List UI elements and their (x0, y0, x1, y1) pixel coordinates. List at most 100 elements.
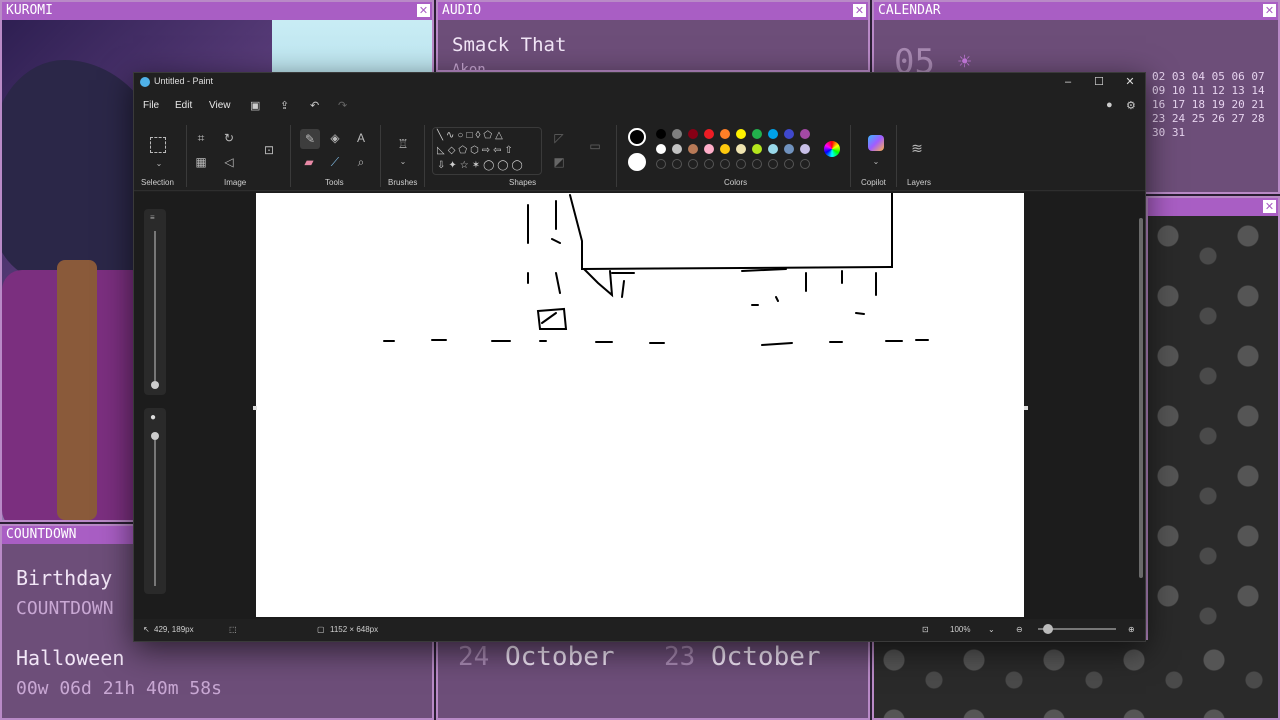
chevron-down-icon[interactable]: ⌄ (869, 155, 883, 169)
pencil-icon[interactable]: ✎ (300, 129, 320, 149)
outline-icon[interactable]: ◸ (552, 131, 566, 145)
zoom-level[interactable]: 100% (950, 625, 970, 634)
group-label-colors: Colors (724, 178, 748, 187)
maximize-button[interactable]: ☐ (1084, 73, 1114, 93)
shapes-row: ⇩✦☆✶◯◯◯ (437, 160, 526, 171)
custom-color-slot[interactable] (736, 159, 746, 169)
color-swatch[interactable] (656, 144, 666, 154)
save-icon[interactable]: ▣ (250, 99, 260, 112)
image-tool-icon[interactable]: ⊡ (262, 143, 276, 157)
fit-to-window-icon[interactable]: ⊡ (922, 625, 929, 634)
vertical-scrollbar[interactable] (1139, 196, 1143, 616)
color-swatch[interactable] (800, 144, 810, 154)
canvas-size-icon: ▢ (317, 625, 325, 634)
menu-edit[interactable]: Edit (175, 100, 192, 111)
menu-view[interactable]: View (209, 100, 231, 111)
audio-widget: AUDIO ✕ Smack That Akon (436, 0, 870, 72)
edit-colors-icon[interactable] (824, 141, 840, 157)
group-label-image: Image (224, 178, 247, 187)
canvas-resize-handle[interactable] (1024, 406, 1028, 410)
copilot-icon[interactable] (868, 135, 884, 151)
calendar-week: 16 17 18 19 20 21 (1152, 98, 1265, 111)
eraser-icon[interactable]: ▰ (302, 155, 316, 169)
zoom-knob[interactable] (1043, 624, 1053, 634)
track-artist: Akon (452, 62, 486, 72)
color-swatch[interactable] (784, 129, 794, 139)
share-icon[interactable]: ⇪ (280, 99, 289, 112)
shapes-gallery[interactable]: ╲∿○□◊⬠△ ◺◇⬠⬡⇨⇦⇧ ⇩✦☆✶◯◯◯ (432, 127, 542, 175)
custom-color-slot[interactable] (704, 159, 714, 169)
chevron-down-icon[interactable]: ⌄ (988, 625, 995, 634)
color-swatch[interactable] (736, 129, 746, 139)
fill-shape-icon[interactable]: ◩ (552, 155, 566, 169)
color-swatch[interactable] (768, 129, 778, 139)
custom-color-slot[interactable] (672, 159, 682, 169)
custom-color-slot[interactable] (688, 159, 698, 169)
opacity-knob[interactable] (151, 432, 159, 440)
color-swatch[interactable] (672, 129, 682, 139)
close-icon[interactable]: ✕ (417, 4, 430, 17)
undo-icon[interactable]: ↶ (310, 99, 319, 112)
color-swatch[interactable] (672, 144, 682, 154)
selection-icon[interactable] (150, 137, 166, 153)
color-swatch[interactable] (720, 144, 730, 154)
chevron-down-icon[interactable]: ⌄ (152, 157, 166, 171)
close-button[interactable]: ✕ (1115, 73, 1145, 93)
crop-icon[interactable]: ⌗ (194, 131, 208, 145)
close-icon[interactable]: ✕ (1263, 4, 1276, 17)
close-icon[interactable]: ✕ (853, 4, 866, 17)
zoom-out-icon[interactable]: ⊖ (1016, 625, 1023, 634)
color-swatch[interactable] (688, 144, 698, 154)
close-icon[interactable]: ✕ (1263, 200, 1276, 213)
color-swatch[interactable] (752, 144, 762, 154)
chevron-down-icon[interactable]: ⌄ (396, 155, 410, 169)
account-icon[interactable]: ● (1106, 99, 1113, 111)
custom-color-slot[interactable] (752, 159, 762, 169)
redo-icon[interactable]: ↷ (338, 99, 347, 112)
shape-size-icon[interactable]: ▭ (588, 139, 602, 153)
custom-color-slot[interactable] (784, 159, 794, 169)
fill-icon[interactable]: ◈ (328, 131, 342, 145)
skull-header: ✕ (1148, 198, 1278, 216)
color-swatch[interactable] (752, 129, 762, 139)
resize-icon[interactable]: ▦ (194, 155, 208, 169)
color-swatch[interactable] (688, 129, 698, 139)
custom-color-slot[interactable] (800, 159, 810, 169)
canvas-resize-handle[interactable] (253, 406, 257, 410)
cursor-position: 429, 189px (154, 625, 194, 634)
settings-icon[interactable]: ⚙ (1126, 99, 1136, 112)
color-swatch[interactable] (736, 144, 746, 154)
magnifier-icon[interactable]: ⌕ (354, 155, 368, 169)
color-swatch[interactable] (720, 129, 730, 139)
primary-color-swatch[interactable] (628, 128, 646, 146)
rotate-icon[interactable]: ↻ (222, 131, 236, 145)
countdown-heading: Birthday (16, 566, 113, 590)
opacity-slider[interactable]: ● (144, 408, 166, 594)
custom-color-slot[interactable] (656, 159, 666, 169)
color-picker-icon[interactable]: ⟋ (328, 155, 342, 169)
menu-file[interactable]: File (143, 100, 159, 111)
color-swatch[interactable] (768, 144, 778, 154)
color-swatch[interactable] (784, 144, 794, 154)
calendar-week: 09 10 11 12 13 14 (1152, 84, 1265, 97)
color-swatch[interactable] (704, 129, 714, 139)
size-slider[interactable]: ≡ (144, 209, 166, 395)
custom-color-slot[interactable] (768, 159, 778, 169)
flip-icon[interactable]: ◁ (222, 155, 236, 169)
text-icon[interactable]: A (354, 131, 368, 145)
canvas-size: 1152 × 648px (330, 625, 379, 634)
color-swatch[interactable] (800, 129, 810, 139)
custom-color-slot[interactable] (720, 159, 730, 169)
drawing-canvas[interactable] (256, 192, 1024, 617)
secondary-color-swatch[interactable] (628, 153, 646, 171)
ribbon-separator (850, 125, 851, 187)
zoom-in-icon[interactable]: ⊕ (1128, 625, 1135, 634)
scrollbar-thumb[interactable] (1139, 218, 1143, 578)
layers-icon[interactable]: ≋ (910, 141, 924, 155)
brush-icon[interactable]: ♖ (396, 137, 410, 151)
color-swatch[interactable] (656, 129, 666, 139)
minimize-button[interactable]: – (1053, 73, 1083, 93)
paint-app-icon (140, 77, 150, 87)
color-swatch[interactable] (704, 144, 714, 154)
size-knob[interactable] (151, 381, 159, 389)
